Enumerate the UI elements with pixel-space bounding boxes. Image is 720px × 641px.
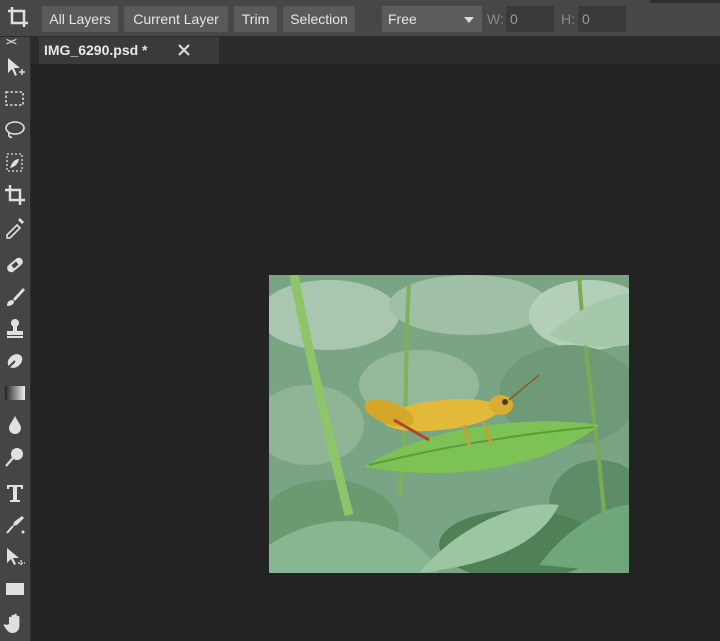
crop-tool-icon[interactable] (3, 183, 27, 207)
canvas-image[interactable] (269, 275, 629, 573)
dodge-icon[interactable] (3, 445, 27, 469)
close-icon[interactable] (174, 40, 194, 60)
shape-icon[interactable] (3, 577, 27, 601)
document-title: IMG_6290.psd * (44, 42, 148, 58)
height-field[interactable]: 0 (578, 6, 626, 32)
brush-icon[interactable] (3, 285, 27, 309)
move-icon[interactable] (3, 55, 27, 79)
blur-icon[interactable] (3, 413, 27, 437)
ratio-select-value: Free (388, 11, 417, 27)
gradient-icon[interactable] (3, 381, 27, 405)
chevron-down-icon (464, 17, 474, 23)
eraser-icon[interactable] (3, 349, 27, 373)
options-bar: All Layers Current Layer Trim Selection … (0, 0, 720, 37)
width-label: W: (487, 11, 504, 27)
current-layer-button[interactable]: Current Layer (124, 6, 228, 32)
selection-button[interactable]: Selection (283, 6, 355, 32)
collapse-toggle[interactable]: >< (6, 37, 17, 48)
text-icon[interactable] (3, 481, 27, 505)
tools-panel: >< (0, 37, 31, 641)
width-field[interactable]: 0 (506, 6, 554, 32)
lasso-icon[interactable] (3, 119, 27, 143)
trim-button[interactable]: Trim (234, 6, 277, 32)
stamp-icon[interactable] (3, 317, 27, 341)
pen-icon[interactable] (3, 513, 27, 537)
path-select-icon[interactable] (3, 545, 27, 569)
hand-icon[interactable] (3, 611, 27, 635)
marquee-icon[interactable] (3, 87, 27, 111)
topbar-divider (650, 0, 720, 3)
healing-icon[interactable] (3, 253, 27, 277)
height-label: H: (561, 11, 575, 27)
crop-icon[interactable] (6, 5, 30, 29)
all-layers-button[interactable]: All Layers (42, 6, 118, 32)
magic-wand-icon[interactable] (3, 151, 27, 175)
eyedropper-icon[interactable] (3, 215, 27, 239)
ratio-select[interactable]: Free (382, 6, 482, 32)
document-tabs: IMG_6290.psd * (31, 37, 720, 64)
document-tab[interactable]: IMG_6290.psd * (39, 37, 219, 64)
